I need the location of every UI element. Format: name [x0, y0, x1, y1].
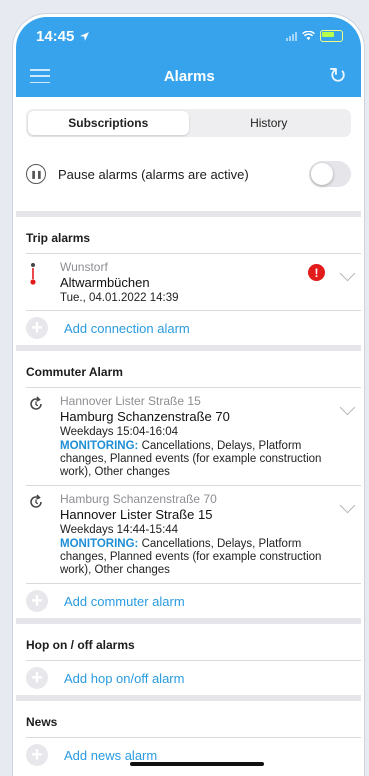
- news-heading: News: [26, 715, 58, 729]
- recurring-icon: [26, 492, 60, 577]
- alarm-datetime: Tue., 04.01.2022 14:39: [60, 292, 179, 304]
- status-icons: [286, 30, 343, 42]
- add-connection-alarm-link[interactable]: Add connection alarm: [64, 321, 190, 336]
- monitoring-label: MONITORING:: [60, 440, 139, 452]
- warning-badge: !: [308, 264, 325, 281]
- add-news-alarm-link[interactable]: Add news alarm: [64, 748, 157, 763]
- monitoring-text: MONITORING: Cancellations, Delays, Platf…: [60, 440, 351, 479]
- alarm-destination: Altwarmbüchen: [60, 275, 150, 290]
- status-time: 14:45: [36, 28, 90, 45]
- signal-icon: [286, 31, 297, 41]
- trip-alarms-heading: Trip alarms: [26, 231, 91, 245]
- commuter-alarm-heading: Commuter Alarm: [26, 365, 123, 379]
- monitoring-text: MONITORING: Cancellations, Delays, Platf…: [60, 538, 351, 577]
- add-commuter-alarm-link[interactable]: Add commuter alarm: [64, 594, 185, 609]
- plus-icon: +: [26, 317, 48, 339]
- top-bar: 14:45 Alarms ↻: [16, 17, 361, 97]
- pause-toggle[interactable]: [309, 161, 351, 187]
- segmented-control: Subscriptions History: [26, 109, 351, 137]
- tab-history[interactable]: History: [189, 111, 350, 135]
- pause-icon: ❚❚: [26, 164, 46, 184]
- refresh-icon[interactable]: ↻: [329, 65, 347, 87]
- alarm-origin: Hamburg Schanzenstraße 70: [60, 492, 217, 506]
- pause-label: Pause alarms (alarms are active): [58, 166, 249, 182]
- add-commuter-alarm-row[interactable]: + Add commuter alarm: [16, 584, 361, 618]
- recurring-icon: [26, 394, 60, 479]
- alarm-destination: Hamburg Schanzenstraße 70: [60, 409, 230, 424]
- phone-frame: 14:45 Alarms ↻ Subscriptions History ❚❚ …: [13, 14, 364, 776]
- page-title: Alarms: [163, 67, 215, 85]
- commuter-alarm-item[interactable]: Hannover Lister Straße 15 Hamburg Schanz…: [16, 388, 361, 485]
- nav-row: Alarms ↻: [16, 55, 361, 97]
- plus-icon: +: [26, 590, 48, 612]
- wifi-icon: [302, 31, 315, 41]
- alarm-schedule: Weekdays 15:04-16:04: [60, 426, 179, 438]
- add-connection-alarm-row[interactable]: + Add connection alarm: [16, 311, 361, 345]
- add-hop-alarm-link[interactable]: Add hop on/off alarm: [64, 671, 184, 686]
- clock-text: 14:45: [36, 27, 75, 45]
- location-arrow-icon: [80, 31, 90, 41]
- alarm-destination: Hannover Lister Straße 15: [60, 507, 213, 522]
- add-news-alarm-row[interactable]: + Add news alarm: [16, 738, 361, 772]
- add-hop-alarm-row[interactable]: + Add hop on/off alarm: [16, 661, 361, 695]
- hamburger-icon[interactable]: [30, 69, 50, 83]
- home-indicator: [130, 762, 264, 766]
- pause-row: ❚❚ Pause alarms (alarms are active): [16, 137, 361, 211]
- commuter-alarm-item[interactable]: Hamburg Schanzenstraße 70 Hannover Liste…: [16, 486, 361, 583]
- plus-icon: +: [26, 744, 48, 766]
- route-icon: [26, 260, 60, 304]
- status-bar: 14:45: [16, 17, 361, 55]
- plus-icon: +: [26, 667, 48, 689]
- tab-subscriptions[interactable]: Subscriptions: [28, 111, 189, 135]
- alarm-origin: Hannover Lister Straße 15: [60, 394, 201, 408]
- alarm-schedule: Weekdays 14:44-15:44: [60, 524, 179, 536]
- monitoring-label: MONITORING:: [60, 538, 139, 550]
- trip-alarm-item[interactable]: Wunstorf Altwarmbüchen Tue., 04.01.2022 …: [16, 254, 361, 310]
- battery-icon: [320, 30, 343, 42]
- segmented-control-wrap: Subscriptions History: [16, 97, 361, 137]
- hop-alarms-heading: Hop on / off alarms: [26, 638, 135, 652]
